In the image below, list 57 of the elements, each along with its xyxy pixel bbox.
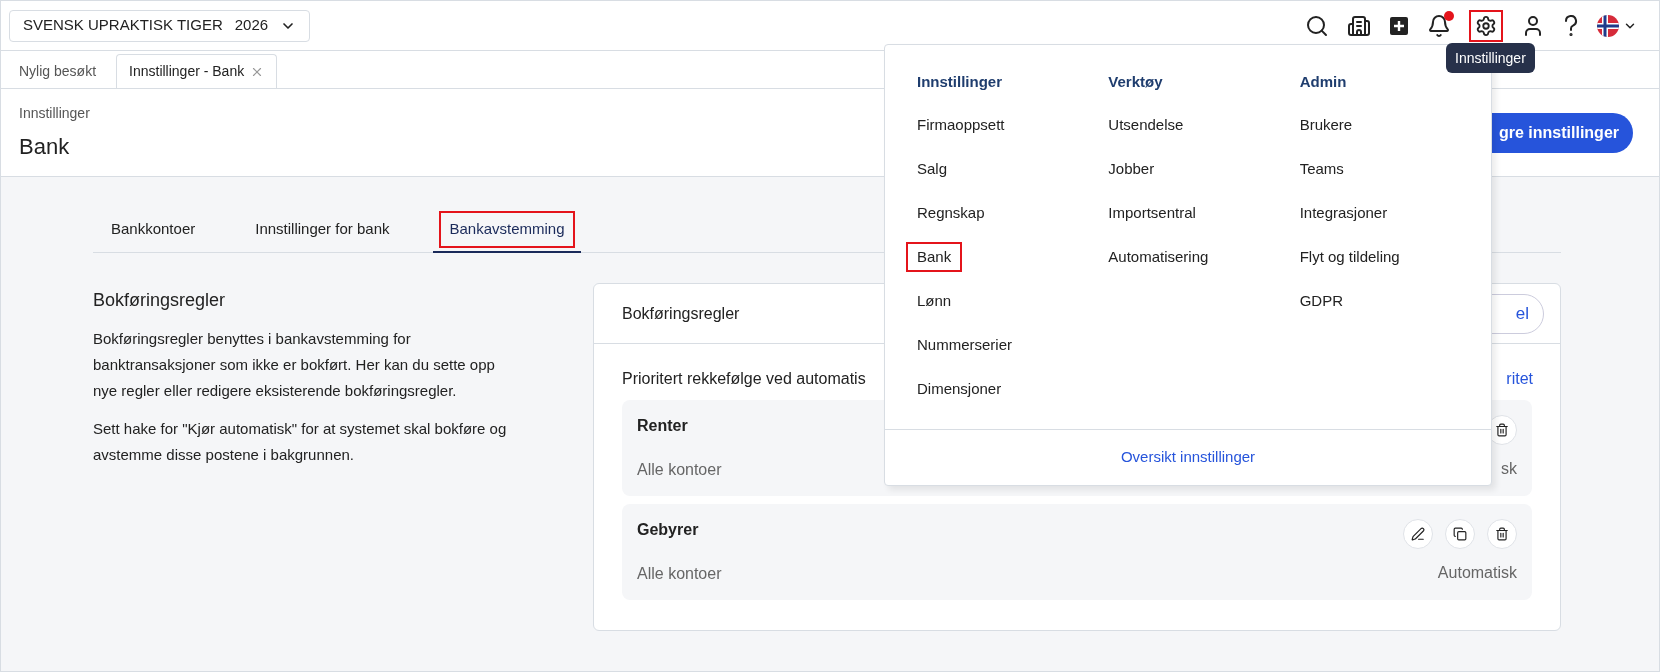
help-icon[interactable] [1563, 14, 1579, 37]
rule-mode: Automatisk [1437, 563, 1517, 583]
plus-icon[interactable] [1389, 15, 1409, 36]
language-selector[interactable] [1597, 14, 1637, 37]
copy-icon [1453, 527, 1467, 541]
section-heading: Bokføringsregler [93, 289, 227, 312]
delete-button[interactable] [1487, 519, 1517, 549]
menu-item[interactable]: Flyt og tildeling [1288, 241, 1411, 273]
tooltip: Innstillinger [1446, 43, 1535, 73]
flag-icon [1597, 14, 1619, 37]
menu-item[interactable]: Nummerserier [906, 329, 1023, 361]
menu-item[interactable]: Dimensjoner [906, 373, 1013, 405]
trash-icon [1495, 527, 1509, 541]
menu-item[interactable]: Firmaoppsett [906, 109, 1016, 141]
company-selector[interactable]: SVENSK UPRAKTISK TIGER 2026 [9, 9, 311, 42]
menu-item[interactable]: Utsendelse [1097, 109, 1195, 141]
rule-name: Renter [637, 416, 689, 436]
section-tab[interactable]: Innstillinger for bank [239, 211, 406, 253]
description-text: Bokføringsregler benyttes i bankavstemming for banktransaksjoner som ikke er bokført. Her kan du sette opp nye regler eller redigere eksisterende bokføringsregler. [93, 329, 496, 401]
menu-item[interactable]: GDPR [1288, 285, 1354, 317]
menu-item[interactable]: Integrasjoner [1288, 197, 1399, 229]
menu-item[interactable]: Bank [906, 241, 963, 273]
trash-icon [1495, 423, 1509, 437]
pencil-icon [1411, 527, 1425, 541]
priority-text: Prioritert rekkefølge ved automatis [622, 369, 866, 389]
settings-icon [1475, 14, 1497, 37]
rule-row[interactable]: Gebyrer Alle kontoer Automatisk [622, 504, 1532, 600]
menu-heading: Innstillinger [917, 72, 1003, 92]
card-title: Bokføringsregler [622, 303, 740, 324]
menu-heading: Admin [1299, 72, 1348, 92]
building-icon[interactable] [1347, 13, 1371, 38]
menu-item[interactable]: Automatisering [1097, 241, 1220, 273]
bell-icon[interactable] [1427, 13, 1451, 38]
search-icon[interactable] [1305, 13, 1329, 38]
page-title: Bank [19, 132, 71, 161]
rule-name: Gebyrer [637, 520, 700, 540]
description-text: Sett hake for "Kjør automatisk" for at systemet skal bokføre og avstemme disse postene i bakgrunnen. [93, 419, 508, 465]
rule-mode: sk [1501, 459, 1517, 479]
menu-item[interactable]: Regnskap [906, 197, 996, 229]
settings-button[interactable] [1469, 9, 1503, 42]
copy-button[interactable] [1445, 519, 1475, 549]
menu-item[interactable]: Jobber [1097, 153, 1166, 185]
menu-item[interactable]: Lønn [906, 285, 963, 317]
breadcrumb: Innstillinger [19, 103, 90, 123]
menu-item[interactable]: Teams [1288, 153, 1355, 185]
section-tab[interactable]: Bankkontoer [95, 211, 212, 253]
menu-item[interactable]: Salg [906, 153, 959, 185]
menu-heading: Verktøy [1108, 72, 1164, 92]
rule-accounts: Alle kontoer [637, 564, 722, 584]
priority-link[interactable]: ritet [1506, 367, 1533, 391]
menu-item[interactable]: Brukere [1288, 109, 1364, 141]
page-tab[interactable]: Innstillinger - Bank [116, 54, 278, 88]
edit-button[interactable] [1403, 519, 1433, 549]
page-tab[interactable]: Nylig besøkt [7, 54, 109, 88]
rule-accounts: Alle kontoer [637, 460, 722, 480]
overview-link[interactable]: Oversikt innstillinger [1120, 446, 1256, 469]
menu-item[interactable]: Importsentral [1097, 197, 1207, 229]
